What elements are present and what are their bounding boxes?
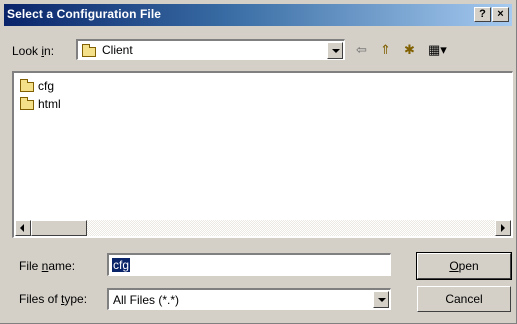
file-label-cfg: cfg xyxy=(38,79,55,93)
file-name-input[interactable]: cfg xyxy=(107,253,391,276)
file-name-label-post: ame: xyxy=(48,259,76,273)
look-in-combo[interactable]: Client xyxy=(76,39,345,60)
title-bar[interactable]: Select a Configuration File ? × xyxy=(4,4,512,26)
files-of-type-value: All Files (*.*) xyxy=(113,293,180,307)
scroll-thumb[interactable] xyxy=(31,220,87,236)
open-button-label: pen xyxy=(458,259,479,273)
files-of-type-label-pre: Files of xyxy=(19,292,62,306)
open-button-accel: O xyxy=(449,259,459,273)
files-of-type-combo[interactable]: All Files (*.*) xyxy=(107,288,391,310)
arrow-left-icon xyxy=(20,224,24,232)
look-in-label: Look in: xyxy=(12,44,54,58)
folder-icon xyxy=(20,97,34,110)
window-title: Select a Configuration File xyxy=(7,7,162,21)
back-arrow-icon[interactable]: ⇦ xyxy=(356,42,367,58)
cancel-button[interactable]: Cancel xyxy=(417,286,511,312)
folder-icon xyxy=(20,79,34,92)
file-name-label-pre: File xyxy=(19,259,42,273)
file-dialog: Select a Configuration File ? × Look in:… xyxy=(0,0,517,324)
look-in-value: Client xyxy=(102,43,133,57)
file-list[interactable]: cfg html xyxy=(12,71,513,238)
file-name-value: cfg xyxy=(112,258,131,272)
chevron-down-icon xyxy=(378,298,386,302)
view-menu-icon[interactable]: ▦▾ xyxy=(428,42,447,58)
new-folder-icon[interactable]: ✱ xyxy=(404,42,415,58)
open-folder-icon xyxy=(82,44,96,57)
look-in-label-pre: Look xyxy=(12,44,42,58)
chevron-down-icon xyxy=(332,49,340,53)
files-of-type-dropdown-button[interactable] xyxy=(373,291,389,308)
look-in-label-post: n: xyxy=(44,44,55,58)
look-in-dropdown-button[interactable] xyxy=(327,42,343,59)
open-button[interactable]: Open xyxy=(416,252,512,280)
scroll-left-button[interactable] xyxy=(15,220,31,236)
file-name-label: File name: xyxy=(19,259,75,273)
file-label-html: html xyxy=(38,97,61,111)
horizontal-scrollbar[interactable] xyxy=(15,220,511,236)
arrow-right-icon xyxy=(501,224,505,232)
up-folder-icon[interactable]: ⇑ xyxy=(380,42,391,58)
files-of-type-label-post: ype: xyxy=(64,292,88,306)
files-of-type-label: Files of type: xyxy=(19,292,87,306)
scroll-right-button[interactable] xyxy=(495,220,511,236)
close-button[interactable]: × xyxy=(492,7,509,22)
help-button[interactable]: ? xyxy=(474,7,491,22)
